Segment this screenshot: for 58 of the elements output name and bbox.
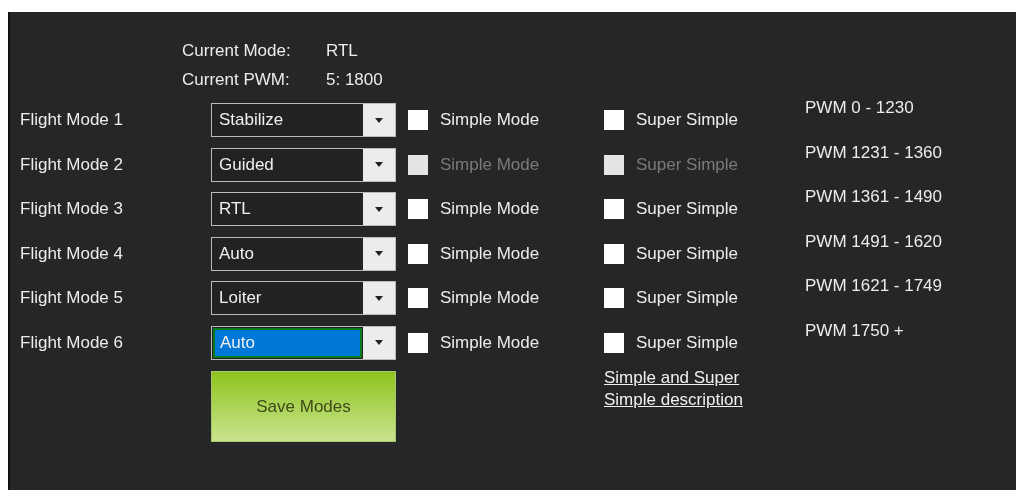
super-simple-label: Super Simple	[636, 199, 739, 220]
flight-mode-label: Flight Mode 3	[20, 199, 124, 220]
super-simple-label: Super Simple	[636, 288, 739, 309]
flight-mode-label: Flight Mode 2	[20, 154, 124, 175]
mode-dropdown[interactable]: Stabilize	[211, 103, 396, 138]
super-simple-label: Super Simple	[636, 332, 739, 353]
super-simple-checkbox[interactable]	[604, 243, 624, 264]
flight-mode-label: Flight Mode 5	[20, 288, 124, 309]
current-mode-label: Current Mode:	[182, 40, 292, 61]
super-simple-checkbox[interactable]	[604, 288, 624, 309]
super-simple-checkbox[interactable]	[604, 199, 624, 220]
current-pwm-label: Current PWM:	[182, 69, 291, 90]
super-simple-label: Super Simple	[636, 110, 739, 131]
super-simple-label: Super Simple	[636, 154, 739, 175]
description-link[interactable]: Simple and Super Simple description	[604, 367, 764, 411]
simple-mode-checkbox[interactable]	[408, 199, 428, 220]
simple-mode-checkbox[interactable]	[408, 288, 428, 309]
pwm-range: PWM 1231 - 1360	[805, 142, 943, 163]
pwm-range: PWM 1491 - 1620	[805, 231, 943, 252]
simple-mode-checkbox[interactable]	[408, 332, 428, 353]
super-simple-checkbox[interactable]	[604, 110, 624, 131]
super-simple-checkbox[interactable]	[604, 332, 624, 353]
mode-dropdown[interactable]: RTL	[211, 192, 396, 227]
pwm-range: PWM 1621 - 1749	[805, 276, 943, 296]
current-pwm-value: 5: 1800	[326, 69, 383, 90]
mode-value: RTL	[218, 198, 252, 221]
flight-mode-label: Flight Mode 4	[20, 243, 124, 264]
caret-icon	[375, 295, 383, 301]
current-mode-value: RTL	[326, 40, 358, 61]
caret-icon	[375, 251, 383, 257]
simple-mode-checkbox[interactable]	[408, 110, 428, 131]
mode-dropdown[interactable]: Loiter	[211, 281, 396, 316]
simple-mode-checkbox[interactable]	[408, 243, 428, 264]
mode-value: Guided	[218, 153, 275, 176]
simple-mode-label: Simple Mode	[440, 288, 540, 309]
mode-dropdown[interactable]: Auto	[211, 325, 396, 360]
mode-value: Loiter	[218, 287, 263, 310]
pwm-range: PWM 1750 +	[805, 320, 905, 341]
caret-icon	[375, 162, 383, 168]
pwm-range: PWM 1361 - 1490	[805, 187, 943, 207]
mode-value: Stabilize	[218, 109, 285, 132]
super-simple-label: Super Simple	[636, 243, 739, 264]
mode-value: Auto	[218, 242, 255, 265]
simple-mode-label: Simple Mode	[440, 110, 540, 131]
simple-mode-label: Simple Mode	[440, 332, 540, 353]
simple-mode-label: Simple Mode	[440, 154, 540, 175]
flight-mode-label: Flight Mode 1	[20, 110, 124, 131]
mode-dropdown[interactable]: Auto	[211, 236, 396, 271]
simple-mode-label: Simple Mode	[440, 199, 540, 220]
flight-mode-label: Flight Mode 6	[20, 332, 124, 353]
caret-icon	[375, 206, 383, 212]
pwm-range: PWM 0 - 1230	[805, 98, 915, 118]
save-modes-button[interactable]: Save Modes	[211, 371, 396, 442]
caret-icon	[375, 117, 383, 123]
mode-dropdown[interactable]: Guided	[211, 147, 396, 182]
mode-value: Auto	[213, 327, 362, 358]
simple-mode-label: Simple Mode	[440, 243, 540, 264]
caret-icon	[375, 340, 383, 346]
